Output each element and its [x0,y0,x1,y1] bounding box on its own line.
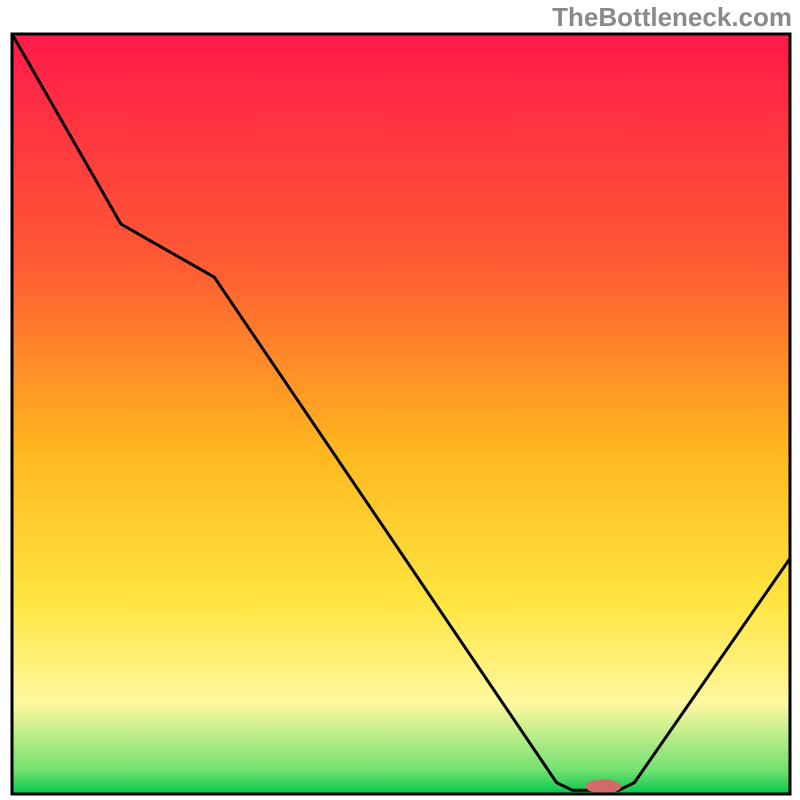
watermark-text: TheBottleneck.com [552,2,792,33]
optimal-marker [585,779,621,793]
bottleneck-chart [0,0,800,800]
chart-background [12,34,790,794]
chart-frame: TheBottleneck.com [0,0,800,800]
